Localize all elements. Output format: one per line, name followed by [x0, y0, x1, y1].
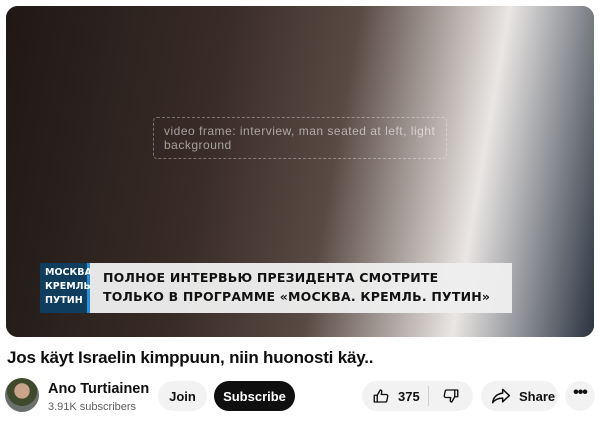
- video-title: Jos käyt Israelin kimppuun, niin huonost…: [7, 348, 374, 367]
- broadcast-logo: МОСКВА КРЕМЛЬ ПУТИН: [40, 263, 92, 313]
- caption-line-2: ТОЛЬКО В ПРОГРАММЕ «МОСКВА. КРЕМЛЬ. ПУТИ…: [103, 289, 491, 304]
- logo-line-1: МОСКВА: [45, 267, 92, 278]
- thumbs-up-icon: [373, 389, 389, 403]
- like-button[interactable]: 375: [362, 381, 428, 411]
- share-button[interactable]: Share: [481, 381, 558, 411]
- logo-line-3: ПУТИН: [45, 295, 83, 306]
- video-frame-description: video frame: interview, man seated at le…: [153, 117, 447, 160]
- logo-line-2: КРЕМЛЬ: [45, 281, 91, 292]
- share-label: Share: [519, 388, 556, 404]
- share-arrow-icon: [491, 388, 511, 404]
- like-dislike-group: 375: [362, 381, 473, 411]
- thumbs-down-icon: [443, 389, 459, 403]
- dislike-button[interactable]: [429, 381, 473, 411]
- channel-name[interactable]: Ano Turtiainen: [48, 381, 149, 397]
- lower-third-caption: ПОЛНОЕ ИНТЕРВЬЮ ПРЕЗИДЕНТА СМОТРИТЕ ТОЛЬ…: [90, 263, 512, 313]
- more-actions-button[interactable]: •••: [565, 381, 595, 411]
- video-player[interactable]: video frame: interview, man seated at le…: [6, 6, 594, 337]
- channel-avatar[interactable]: [5, 378, 39, 412]
- subscriber-count: 3.91K subscribers: [48, 401, 137, 413]
- caption-line-1: ПОЛНОЕ ИНТЕРВЬЮ ПРЕЗИДЕНТА СМОТРИТЕ: [103, 270, 439, 285]
- join-button[interactable]: Join: [158, 381, 207, 411]
- broadcast-lower-third: МОСКВА КРЕМЛЬ ПУТИН ПОЛНОЕ ИНТЕРВЬЮ ПРЕЗ…: [40, 263, 512, 313]
- subscribe-button[interactable]: Subscribe: [214, 381, 295, 411]
- like-count: 375: [398, 388, 420, 404]
- more-dots-icon: •••: [573, 384, 588, 401]
